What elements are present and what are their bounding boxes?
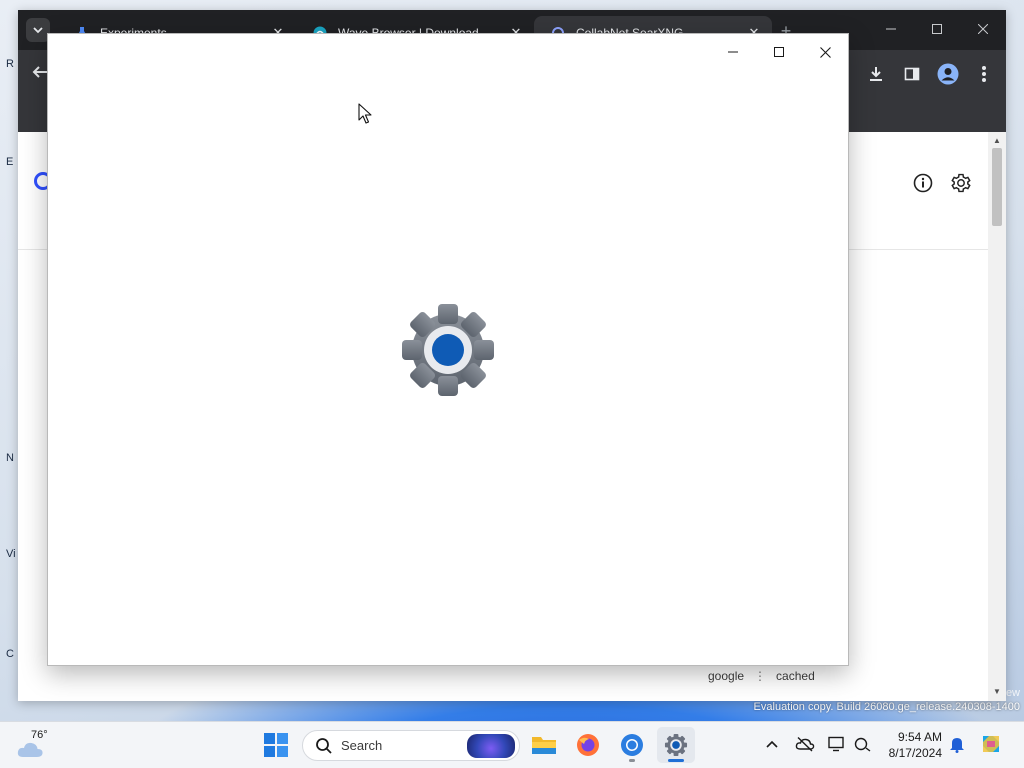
cloud-icon	[17, 742, 43, 757]
close-icon	[977, 23, 989, 35]
bell-icon	[950, 738, 964, 753]
monitor-icon	[828, 736, 844, 752]
chevron-up-icon	[766, 740, 778, 748]
evaluation-watermark: Evaluation copy. Build 26080.ge_release.…	[753, 701, 1020, 713]
chrome-button[interactable]	[613, 727, 651, 763]
search-input[interactable]	[341, 738, 461, 753]
desktop-label-c[interactable]: C	[6, 648, 14, 660]
maximize-icon	[932, 24, 942, 34]
settings-icon	[664, 733, 688, 757]
info-icon	[913, 173, 933, 193]
scroll-up-arrow-icon[interactable]: ▲	[988, 134, 1006, 148]
onedrive-status-button[interactable]	[793, 732, 817, 756]
desktop-label-r[interactable]: R	[6, 58, 14, 70]
clock-time: 9:54 AM	[897, 730, 942, 744]
browser-close-button[interactable]	[972, 18, 994, 40]
minimize-icon	[886, 28, 896, 30]
minimize-icon	[728, 51, 738, 53]
show-hidden-icons-button[interactable]	[760, 732, 784, 756]
about-button[interactable]	[910, 170, 936, 196]
settings-close-button[interactable]	[805, 38, 845, 66]
more-vertical-icon	[982, 66, 986, 82]
settings-minimize-button[interactable]	[713, 38, 753, 66]
arrow-left-icon	[32, 66, 47, 78]
browser-minimize-button[interactable]	[880, 18, 902, 40]
running-indicator	[629, 759, 635, 762]
windows-logo-icon	[264, 733, 288, 757]
side-panel-button[interactable]	[898, 62, 926, 86]
settings-maximize-button[interactable]	[759, 38, 799, 66]
network-icon	[854, 737, 871, 752]
profile-icon	[937, 63, 959, 85]
settings-app-button[interactable]	[657, 727, 695, 763]
weather-temperature: 76°	[31, 729, 48, 741]
file-explorer-icon	[532, 737, 556, 754]
browser-maximize-button[interactable]	[926, 18, 948, 40]
result-footer-links: google ⋮ cached	[708, 669, 815, 683]
taskbar: 76° Search 9:54 AM 8/17/2024	[0, 721, 1024, 768]
copilot-icon	[983, 736, 999, 752]
footer-separator: ⋮	[754, 669, 767, 683]
close-icon	[819, 46, 831, 58]
downloads-button[interactable]	[862, 62, 890, 86]
firefox-icon	[577, 734, 599, 756]
clock-date: 8/17/2024	[888, 746, 942, 760]
download-icon	[870, 67, 882, 81]
cloud-offline-icon	[795, 736, 815, 752]
search-icon	[316, 737, 332, 754]
taskbar-search[interactable]	[302, 730, 520, 761]
desktop-label-n[interactable]: N	[6, 452, 14, 464]
scroll-down-arrow-icon[interactable]: ▼	[988, 685, 1006, 699]
scroll-thumb[interactable]	[992, 148, 1002, 226]
preferences-button[interactable]	[948, 170, 974, 196]
notifications-button[interactable]	[945, 732, 969, 756]
copilot-button[interactable]	[979, 732, 1003, 756]
page-scrollbar[interactable]: ▲ ▼	[988, 132, 1006, 701]
chrome-icon	[621, 734, 643, 756]
system-clock[interactable]: 9:54 AM 8/17/2024	[878, 729, 942, 761]
firefox-button[interactable]	[569, 727, 607, 763]
gear-icon	[951, 173, 971, 193]
network-volume-button[interactable]	[851, 732, 875, 756]
maximize-icon	[774, 47, 784, 57]
display-status-button[interactable]	[825, 732, 849, 756]
profile-button[interactable]	[934, 62, 962, 86]
file-explorer-button[interactable]	[525, 727, 563, 763]
side-panel-icon	[904, 67, 920, 81]
watermark-edge-text: ew	[1005, 687, 1020, 699]
cached-link[interactable]: cached	[776, 669, 815, 683]
search-highlight-image	[467, 734, 515, 758]
engine-link-google[interactable]: google	[708, 669, 744, 683]
mouse-cursor-icon	[358, 103, 372, 124]
settings-splash-window	[47, 33, 849, 666]
chrome-menu-button[interactable]	[970, 62, 998, 86]
desktop-label-vi[interactable]: Vi	[6, 548, 16, 560]
settings-gear-icon	[402, 304, 494, 396]
chevron-down-icon	[33, 27, 43, 34]
start-button[interactable]	[257, 727, 295, 763]
running-indicator	[668, 759, 684, 762]
desktop-label-e[interactable]: E	[6, 156, 13, 168]
